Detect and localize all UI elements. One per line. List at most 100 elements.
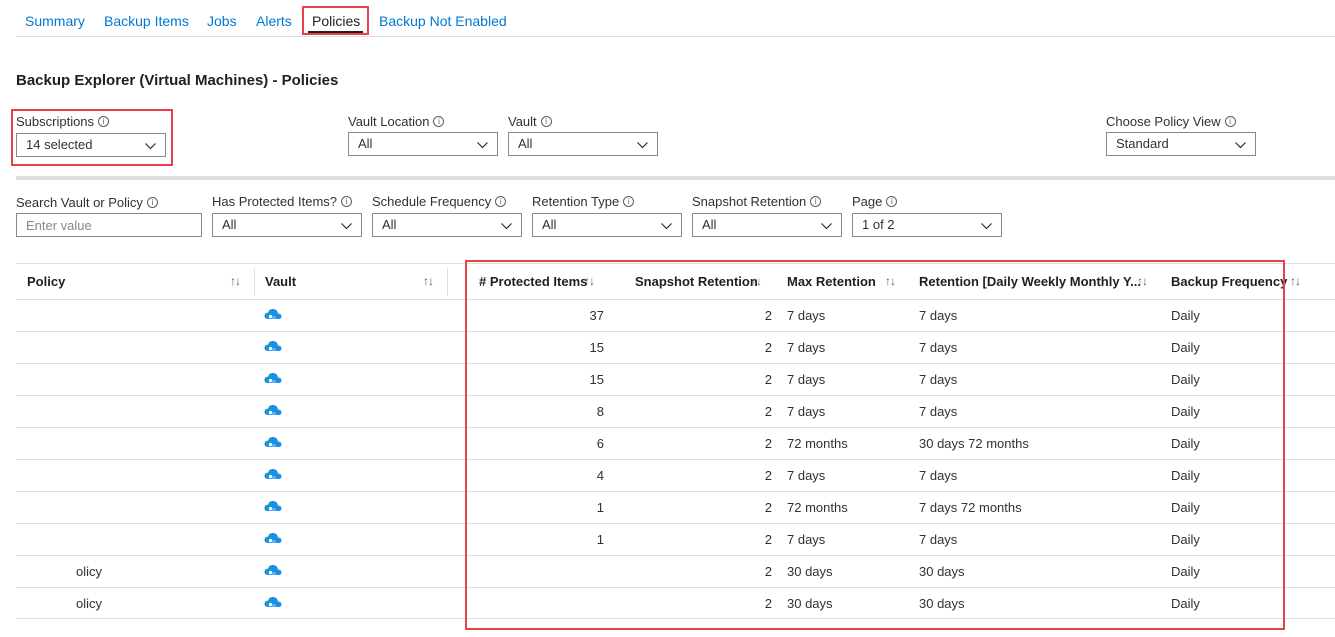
filter-divider [16,176,1335,180]
info-icon[interactable]: i [146,197,158,208]
protected-items-cell: 37 [589,308,604,323]
tab-backup-not-enabled[interactable]: Backup Not Enabled [379,13,507,29]
sort-icon[interactable]: ↑↓ [1137,274,1148,288]
backup-frequency-cell: Daily [1171,308,1200,323]
backup-frequency-cell: Daily [1171,340,1200,355]
protected-items-cell: 1 [596,532,604,547]
vault-location-dropdown[interactable]: All [348,132,498,156]
info-icon[interactable]: i [623,196,635,207]
backup-frequency-cell: Daily [1171,468,1200,483]
backup-vault-cloud-icon [263,370,283,386]
retention-cell: 7 days [919,532,958,547]
retention-type-value: All [542,217,557,232]
table-row[interactable]: 15 2 7 days 7 days Daily [16,331,1335,363]
backup-vault-cloud-icon [263,434,283,450]
vault-value: All [518,136,533,151]
info-icon[interactable]: i [433,116,445,127]
chevron-down-icon [341,223,352,230]
tab-backup-items[interactable]: Backup Items [104,13,189,29]
info-icon[interactable]: i [341,196,352,207]
table-row[interactable]: 37 2 7 days 7 days Daily [16,299,1335,331]
table-row[interactable]: 8 2 7 days 7 days Daily [16,395,1335,427]
policy-view-label-text: Choose Policy View [1106,114,1221,129]
column-separator[interactable] [254,268,255,296]
search-input[interactable] [16,213,202,237]
backup-frequency-cell: Daily [1171,500,1200,515]
chevron-down-icon [821,223,832,230]
tab-alerts[interactable]: Alerts [256,13,292,29]
info-icon[interactable]: i [810,196,822,207]
chevron-down-icon [981,223,992,230]
sort-icon[interactable]: ↑↓ [1290,274,1301,288]
backup-vault-cloud-icon [263,562,283,578]
policy-view-dropdown[interactable]: Standard [1106,132,1256,156]
page-label-text: Page [852,194,883,209]
max-retention-cell: 7 days [787,340,826,355]
column-header-backup-frequency[interactable]: Backup Frequency [1171,274,1287,289]
table-row[interactable]: olicy 2 30 days 30 days Daily [16,587,1335,619]
table-row[interactable]: 15 2 7 days 7 days Daily [16,363,1335,395]
retention-cell: 7 days [919,340,958,355]
vault-location-value: All [358,136,373,151]
max-retention-cell: 7 days [787,404,826,419]
vault-dropdown[interactable]: All [508,132,658,156]
tab-summary[interactable]: Summary [25,13,85,29]
info-icon[interactable]: i [886,196,898,207]
schedule-frequency-dropdown[interactable]: All [372,213,522,237]
backup-frequency-cell: Daily [1171,532,1200,547]
column-header-retention[interactable]: Retention [Daily Weekly Monthly Y... [919,274,1141,289]
has-protected-label-text: Has Protected Items? [212,194,337,209]
sort-icon[interactable]: ↑↓ [885,274,896,288]
backup-vault-cloud-icon [263,498,283,514]
column-header-max-retention[interactable]: Max Retention [787,274,876,289]
snapshot-retention-cell: 2 [764,372,772,387]
snapshot-retention-cell: 2 [764,404,772,419]
sort-icon[interactable]: ↑↓ [751,274,762,288]
info-icon[interactable]: i [1224,116,1236,127]
column-header-snapshot-retention[interactable]: Snapshot Retention [635,274,758,289]
backup-frequency-cell: Daily [1171,436,1200,451]
snapshot-retention-cell: 2 [764,308,772,323]
info-icon[interactable]: i [495,196,507,207]
active-tab-underline [308,31,363,33]
sort-icon[interactable]: ↑↓ [584,274,595,288]
snapshot-retention-cell: 2 [764,340,772,355]
chevron-down-icon [661,223,672,230]
column-header-vault[interactable]: Vault [265,274,296,289]
snapshot-retention-cell: 2 [764,596,772,611]
sort-icon[interactable]: ↑↓ [423,274,434,288]
column-header-protected-items[interactable]: # Protected Items [479,274,587,289]
backup-vault-cloud-icon [263,306,283,322]
column-header-policy[interactable]: Policy [27,274,65,289]
backup-frequency-cell: Daily [1171,596,1200,611]
schedule-frequency-label-text: Schedule Frequency [372,194,492,209]
snapshot-retention-value: All [702,217,717,232]
info-icon[interactable]: i [540,116,552,127]
max-retention-cell: 30 days [787,596,833,611]
table-row[interactable]: 6 2 72 months 30 days 72 months Daily [16,427,1335,459]
policy-view-label: Choose Policy View i [1106,114,1236,129]
has-protected-label: Has Protected Items? i [212,194,352,209]
chevron-down-icon [477,142,488,149]
table-row[interactable]: olicy 2 30 days 30 days Daily [16,555,1335,587]
table-row[interactable]: 1 2 72 months 7 days 72 months Daily [16,491,1335,523]
protected-items-cell: 1 [596,500,604,515]
retention-type-dropdown[interactable]: All [532,213,682,237]
column-separator[interactable] [447,268,448,296]
policy-cell: olicy [76,564,103,579]
has-protected-dropdown[interactable]: All [212,213,362,237]
search-label-text: Search Vault or Policy [16,195,143,210]
table-row[interactable]: 4 2 7 days 7 days Daily [16,459,1335,491]
retention-cell: 7 days [919,308,958,323]
tab-jobs[interactable]: Jobs [207,13,237,29]
max-retention-cell: 7 days [787,372,826,387]
table-row[interactable]: 1 2 7 days 7 days Daily [16,523,1335,555]
snapshot-retention-dropdown[interactable]: All [692,213,842,237]
page-title: Backup Explorer (Virtual Machines) - Pol… [16,72,339,89]
sort-icon[interactable]: ↑↓ [230,274,241,288]
backup-frequency-cell: Daily [1171,404,1200,419]
backup-vault-cloud-icon [263,530,283,546]
snapshot-retention-cell: 2 [764,500,772,515]
page-dropdown[interactable]: 1 of 2 [852,213,1002,237]
retention-cell: 7 days [919,404,958,419]
